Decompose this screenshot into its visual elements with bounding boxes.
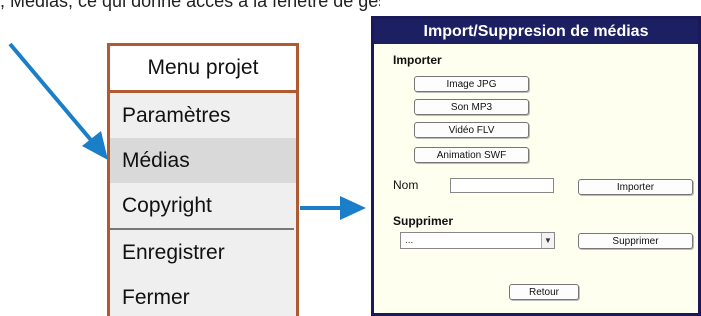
menu-item-copyright[interactable]: Copyright — [110, 183, 296, 228]
diagonal-arrow — [8, 42, 108, 160]
menu-item-fermer[interactable]: Fermer — [110, 275, 296, 316]
import-button[interactable]: Importer — [578, 179, 693, 195]
import-swf-button[interactable]: Animation SWF — [414, 147, 529, 163]
import-jpg-button[interactable]: Image JPG — [414, 76, 529, 92]
project-menu: Menu projet Paramètres Médias Copyright … — [107, 43, 299, 316]
name-input[interactable] — [450, 178, 554, 193]
import-section-label: Importer — [393, 53, 442, 67]
right-arrow — [300, 196, 366, 220]
media-dialog: Import/Suppresion de médias Importer Ima… — [371, 16, 701, 316]
media-select[interactable]: ... ▼ — [400, 232, 555, 249]
name-label: Nom — [393, 178, 419, 192]
dialog-title: Import/Suppresion de médias — [374, 19, 698, 44]
back-button[interactable]: Retour — [509, 284, 579, 300]
delete-button[interactable]: Supprimer — [578, 233, 693, 249]
dropdown-arrow-icon[interactable]: ▼ — [541, 233, 554, 248]
menu-item-enregistrer[interactable]: Enregistrer — [110, 230, 296, 275]
import-mp3-button[interactable]: Son MP3 — [414, 99, 529, 115]
menu-item-parametres[interactable]: Paramètres — [110, 93, 296, 138]
import-flv-button[interactable]: Vidéo FLV — [414, 122, 529, 138]
menu-item-medias[interactable]: Médias — [110, 138, 296, 183]
menu-title: Menu projet — [110, 46, 296, 93]
media-select-value: ... — [405, 235, 414, 246]
delete-section-label: Supprimer — [393, 214, 454, 228]
screenshot-stage: , Médias, ce qui donne accès à la fenêtr… — [0, 0, 701, 316]
